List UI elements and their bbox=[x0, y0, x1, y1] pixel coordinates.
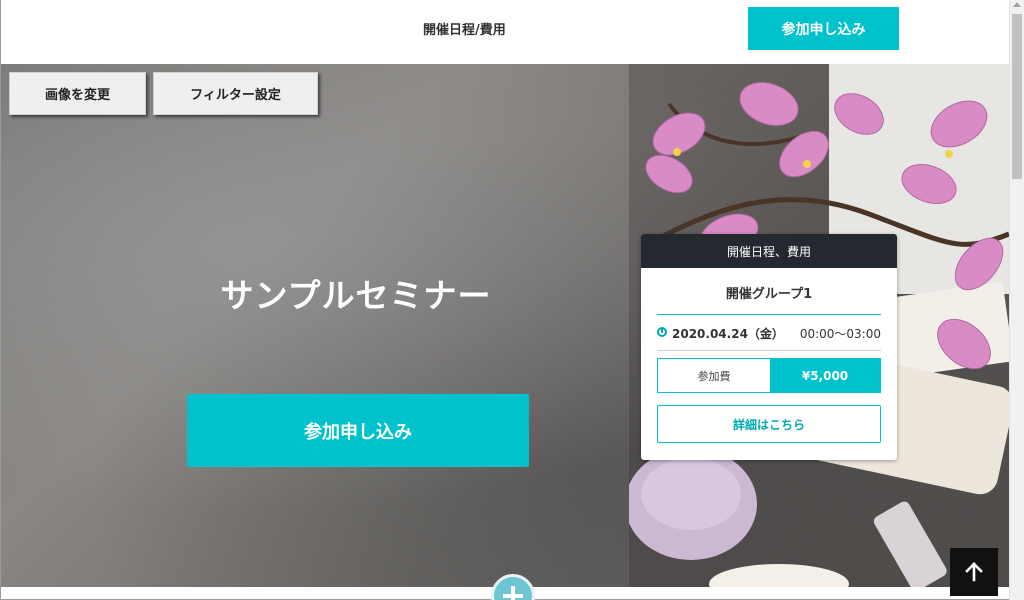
hero-title: サンプルセミナー bbox=[220, 276, 492, 315]
details-button[interactable]: 詳細はこちら bbox=[657, 405, 881, 443]
nav-link-schedule[interactable]: 開催日程/費用 bbox=[423, 19, 506, 38]
filter-settings-button[interactable]: フィルター設定 bbox=[153, 72, 318, 115]
change-image-button[interactable]: 画像を変更 bbox=[9, 72, 146, 115]
scroll-up-arrow-icon[interactable] bbox=[1013, 2, 1021, 7]
schedule-card-header: 開催日程、費用 bbox=[641, 234, 897, 268]
fee-row: 参加費 ¥5,000 bbox=[657, 358, 881, 393]
header-apply-button[interactable]: 参加申し込み bbox=[748, 7, 899, 50]
event-date-row: 2020.04.24（金） 00:00～03:00 bbox=[657, 315, 881, 351]
site-header: 開催日程/費用 参加申し込み bbox=[1, 0, 1009, 64]
event-group-name: 開催グループ1 bbox=[657, 268, 881, 315]
fee-label: 参加費 bbox=[658, 359, 770, 392]
back-to-top-button[interactable] bbox=[950, 548, 998, 596]
hero-apply-button[interactable]: 参加申し込み bbox=[187, 394, 529, 467]
event-date: 2020.04.24（金） bbox=[672, 327, 784, 341]
clock-icon bbox=[657, 327, 667, 337]
scroll-thumb[interactable] bbox=[1012, 14, 1022, 179]
schedule-card: 開催日程、費用 開催グループ1 2020.04.24（金） 00:00～03:0… bbox=[641, 234, 897, 460]
arrow-up-icon bbox=[965, 562, 983, 582]
event-time: 00:00～03:00 bbox=[799, 327, 881, 341]
fee-value: ¥5,000 bbox=[770, 359, 880, 392]
page-scrollbar[interactable] bbox=[1009, 0, 1024, 600]
